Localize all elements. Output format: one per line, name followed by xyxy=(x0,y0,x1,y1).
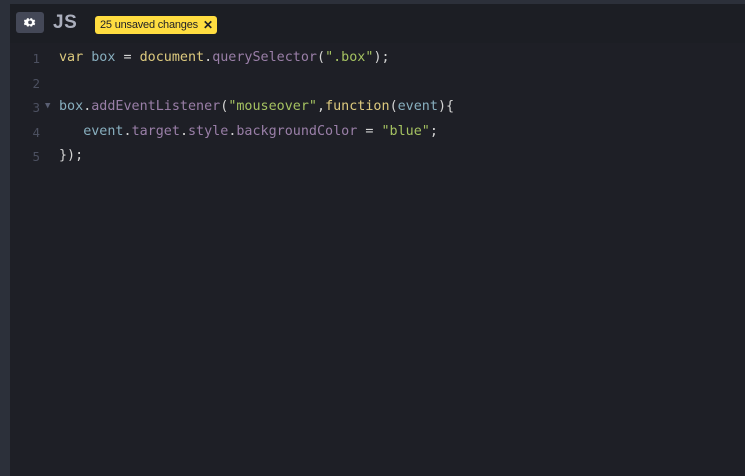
code-editor[interactable]: 1 var box = document.querySelector(".box… xyxy=(10,43,745,476)
line-number: 3 xyxy=(32,100,40,115)
code-token: , xyxy=(317,99,326,114)
code-line: 5 }); xyxy=(10,145,745,170)
close-icon[interactable]: ✕ xyxy=(203,19,213,31)
fold-arrow-icon[interactable]: ▼ xyxy=(45,101,50,111)
code-token: = xyxy=(365,123,374,139)
code-token: ); xyxy=(373,50,390,65)
line-number: 1 xyxy=(32,51,40,66)
code-token: "blue" xyxy=(381,123,430,139)
code-token: ( xyxy=(317,50,326,65)
code-text: event.target.style.backgroundColor = "bl… xyxy=(59,124,438,139)
code-token: . xyxy=(179,123,188,139)
code-token: backgroundColor xyxy=(236,123,358,139)
code-line: 4 event.target.style.backgroundColor = "… xyxy=(10,121,745,146)
code-token: querySelector xyxy=(212,50,317,65)
code-token: box xyxy=(91,50,116,65)
code-line: 3 ▼ box.addEventListener("mouseover",fun… xyxy=(10,96,745,121)
code-text: var box = document.querySelector(".box")… xyxy=(59,50,390,65)
code-token: ){ xyxy=(437,99,455,114)
code-token: target xyxy=(131,123,180,139)
code-token: style xyxy=(188,123,229,139)
code-token: box xyxy=(59,99,84,114)
code-token: }); xyxy=(59,148,84,163)
code-token: function xyxy=(325,99,390,114)
code-line: 1 var box = document.querySelector(".box… xyxy=(10,47,745,72)
code-text: }); xyxy=(59,148,83,163)
code-token: . xyxy=(123,123,132,139)
line-number: 4 xyxy=(32,124,40,140)
gear-icon xyxy=(24,17,36,27)
unsaved-changes-label: 25 unsaved changes xyxy=(100,19,198,31)
code-token: ; xyxy=(429,123,438,139)
code-token: "mouseover" xyxy=(228,99,317,114)
code-token: = xyxy=(123,50,132,65)
code-text: box.addEventListener("mouseover",functio… xyxy=(59,99,454,114)
code-token: ".box" xyxy=(325,50,374,65)
line-number: 2 xyxy=(32,75,40,91)
editor-header: JS 25 unsaved changes ✕ xyxy=(10,0,745,43)
code-token: addEventListener xyxy=(91,99,221,114)
settings-button[interactable] xyxy=(16,12,44,33)
unsaved-changes-badge: 25 unsaved changes ✕ xyxy=(95,16,217,34)
code-line: 2 xyxy=(10,72,745,97)
panel-edge xyxy=(0,0,10,476)
code-token: . xyxy=(204,50,213,65)
code-token: event xyxy=(397,99,438,114)
code-token: event xyxy=(83,123,124,139)
panel-title: JS xyxy=(53,12,78,33)
code-token: ( xyxy=(389,99,398,114)
line-number: 5 xyxy=(32,149,40,164)
code-token: var xyxy=(59,50,84,65)
code-token: document xyxy=(139,50,205,65)
